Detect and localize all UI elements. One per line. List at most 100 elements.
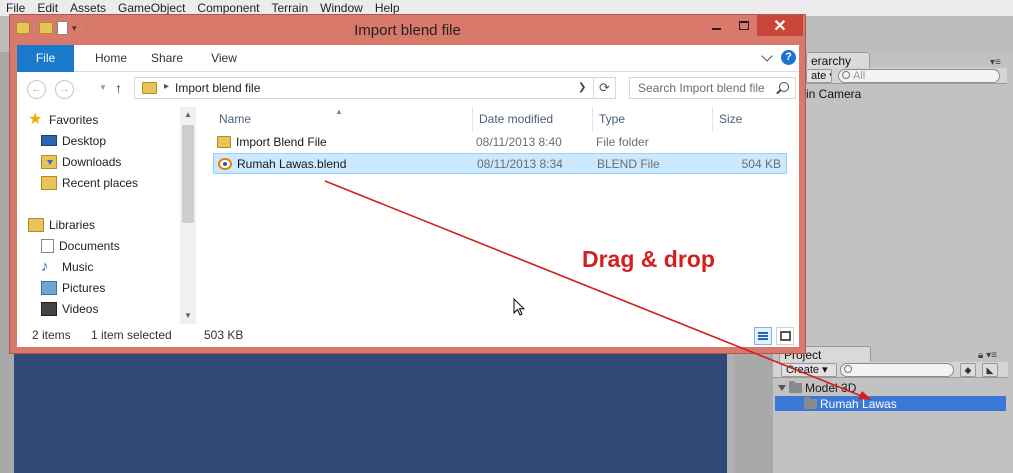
tab-home[interactable]: Home — [85, 45, 137, 72]
tab-share[interactable]: Share — [142, 45, 192, 72]
recent-locations-icon[interactable]: ▼ — [99, 83, 107, 92]
blender-icon — [218, 158, 232, 170]
project-lock-icon[interactable]: 🔒︎ ▾≡ — [978, 350, 997, 361]
menu-assets[interactable]: Assets — [64, 1, 112, 15]
title-bar[interactable]: ▾ Import blend file ✕ — [10, 15, 805, 45]
drag-drop-annotation: Drag & drop — [582, 246, 715, 272]
expand-arrow-icon[interactable] — [778, 384, 786, 391]
window-controls: ✕ — [703, 15, 803, 39]
breadcrumb-chevron-icon[interactable]: ▸ — [164, 81, 169, 92]
nav-item-recent-places[interactable]: Recent places — [41, 172, 138, 193]
filter-by-label-icon[interactable]: ◣ — [982, 363, 998, 377]
address-bar[interactable]: ▸ Import blend file ❯ ⟳ — [134, 77, 616, 99]
column-header-type[interactable]: Type — [593, 107, 713, 131]
menu-file[interactable]: File — [0, 1, 31, 15]
nav-item-videos[interactable]: Videos — [41, 298, 98, 319]
explorer-window: ▾ Import blend file ✕ File Home Share Vi… — [9, 14, 806, 354]
nav-item-label: Desktop — [62, 133, 107, 148]
search-input[interactable] — [630, 78, 775, 98]
project-create-button[interactable]: Create ▾ — [781, 363, 837, 377]
menu-window[interactable]: Window — [314, 1, 369, 15]
scene-view[interactable] — [14, 350, 727, 473]
column-header-date[interactable]: Date modified — [473, 107, 593, 131]
search-icon[interactable] — [779, 82, 789, 92]
file-name: Import Blend File — [236, 135, 327, 149]
folder-icon — [217, 136, 231, 148]
menu-terrain[interactable]: Terrain — [265, 1, 314, 15]
up-button[interactable]: ↑ — [115, 80, 122, 96]
nav-item-favorites[interactable]: ★ Favorites — [28, 109, 98, 130]
search-icon — [844, 365, 852, 373]
address-dropdown-icon[interactable]: ❯ — [578, 82, 586, 93]
file-date: 08/11/2013 8:40 — [476, 135, 562, 149]
nav-item-libraries[interactable]: Libraries — [28, 214, 95, 235]
breadcrumb[interactable]: Import blend file — [175, 81, 260, 95]
item-count: 2 items — [32, 328, 71, 342]
column-header-size[interactable]: Size — [713, 107, 789, 131]
hierarchy-menu-icon[interactable]: ▾≡ — [990, 57, 1001, 68]
filter-by-type-icon[interactable]: ◆ — [960, 363, 976, 377]
file-row-rumah-lawas-blend[interactable]: Rumah Lawas.blend 08/11/2013 8:34 BLEND … — [213, 153, 787, 174]
project-folder-model-3d[interactable]: Model 3D — [775, 380, 1006, 395]
desktop-icon — [41, 135, 57, 146]
menu-component[interactable]: Component — [191, 1, 265, 15]
folder-icon — [789, 380, 802, 393]
nav-item-label: Libraries — [49, 217, 96, 232]
search-box — [629, 77, 796, 99]
nav-item-label: Documents — [59, 238, 120, 253]
nav-item-desktop[interactable]: Desktop — [41, 130, 106, 151]
folder-icon — [142, 82, 157, 94]
hierarchy-create-button[interactable]: ate ▾ — [806, 69, 832, 83]
hierarchy-tab-label: erarchy — [811, 54, 852, 68]
refresh-button[interactable]: ⟳ — [593, 78, 615, 98]
minimize-button[interactable] — [703, 15, 730, 36]
downloads-icon — [41, 154, 57, 169]
nav-item-label: Pictures — [62, 280, 106, 295]
music-icon: ♪ — [41, 257, 49, 275]
nav-item-label: Recent places — [62, 175, 139, 190]
large-icons-view-button[interactable] — [776, 327, 794, 345]
hierarchy-search-placeholder: All — [853, 70, 866, 82]
help-icon[interactable]: ? — [781, 50, 796, 65]
minimize-icon — [712, 27, 721, 30]
mouse-cursor-icon — [513, 298, 525, 316]
nav-item-label: Favorites — [49, 112, 99, 127]
nav-item-downloads[interactable]: Downloads — [41, 151, 121, 172]
menu-gameobject[interactable]: GameObject — [112, 1, 191, 15]
tab-view[interactable]: View — [200, 45, 248, 72]
forward-button[interactable]: → — [55, 80, 74, 99]
project-folder-label: Model 3D — [805, 380, 857, 395]
tab-file[interactable]: File — [17, 45, 74, 72]
close-button[interactable]: ✕ — [757, 15, 803, 36]
nav-item-documents[interactable]: Documents — [41, 235, 120, 256]
details-view-button[interactable] — [754, 327, 772, 345]
file-row-import-blend-file[interactable]: Import Blend File 08/11/2013 8:40 File f… — [213, 132, 787, 153]
nav-pane-scrollbar[interactable]: ▲ ▼ — [180, 107, 196, 324]
window-title: Import blend file — [354, 22, 461, 39]
hierarchy-item-main-camera[interactable]: in Camera — [806, 87, 861, 101]
scroll-down-icon[interactable]: ▼ — [180, 308, 196, 324]
libraries-icon — [28, 217, 44, 232]
project-folder-rumah-lawas[interactable]: Rumah Lawas — [775, 396, 1006, 411]
scrollbar-thumb[interactable] — [182, 125, 194, 223]
sort-ascending-icon: ▲ — [335, 107, 343, 116]
menu-edit[interactable]: Edit — [31, 1, 64, 15]
large-icons-icon — [780, 331, 791, 341]
back-button[interactable]: ← — [27, 80, 46, 99]
column-header-name[interactable]: Name — [213, 107, 473, 131]
menu-help[interactable]: Help — [369, 1, 406, 15]
ribbon: File Home Share View ? — [17, 45, 799, 72]
recent-places-icon — [41, 175, 57, 190]
nav-item-pictures[interactable]: Pictures — [41, 277, 105, 298]
maximize-button[interactable] — [730, 15, 757, 36]
hierarchy-item-label: in Camera — [806, 87, 862, 101]
expand-ribbon-icon[interactable] — [761, 50, 773, 62]
file-list: Name ▲ Date modified Type Size Import Bl… — [196, 107, 799, 324]
scroll-up-icon[interactable]: ▲ — [180, 107, 196, 123]
hierarchy-search-input[interactable]: All — [838, 69, 1000, 83]
hierarchy-tab[interactable]: erarchy — [806, 52, 870, 68]
nav-item-music[interactable]: ♪ Music — [41, 256, 93, 277]
project-search-input[interactable] — [840, 363, 954, 377]
file-name: Rumah Lawas.blend — [237, 157, 347, 171]
explorer-content: File Home Share View ? ← → ▼ ↑ ▸ Import … — [17, 45, 799, 347]
